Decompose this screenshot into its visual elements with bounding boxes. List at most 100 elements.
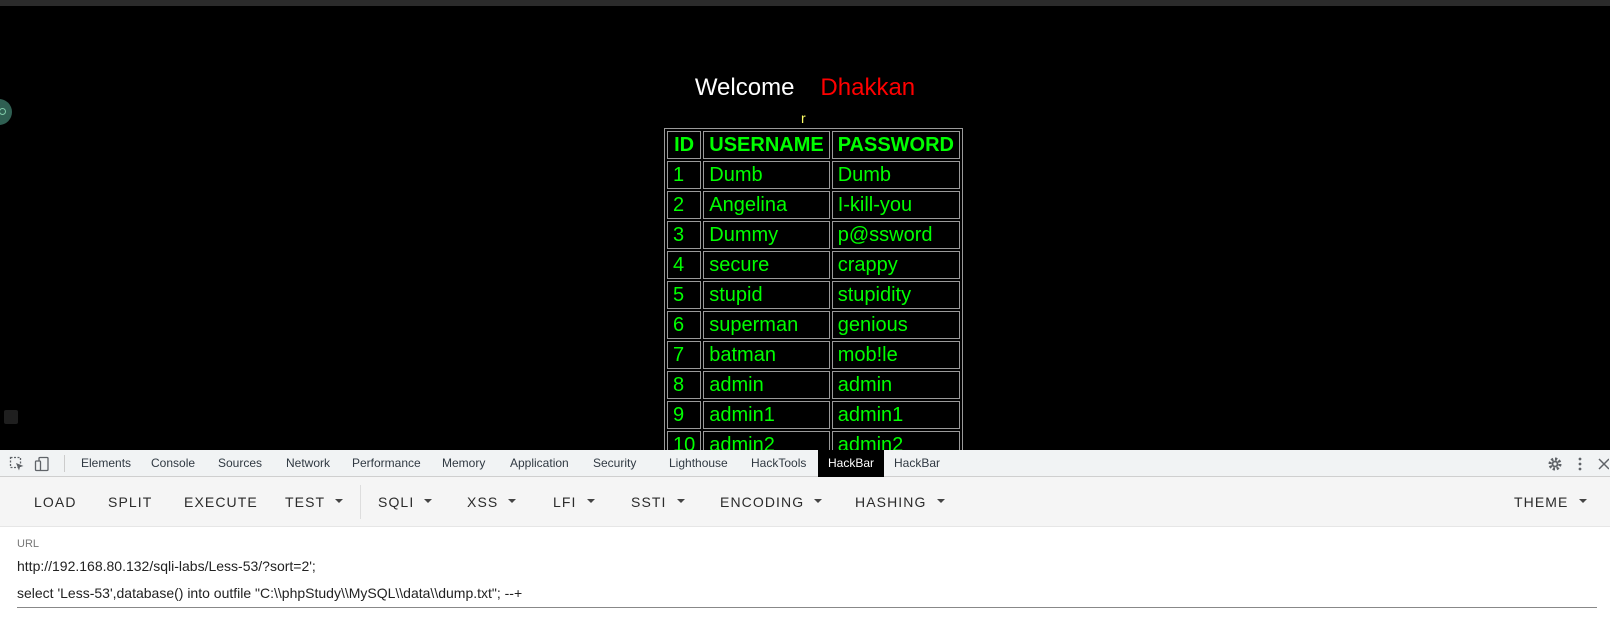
- lfi-dropdown[interactable]: LFI: [553, 477, 595, 527]
- execute-button[interactable]: EXECUTE: [184, 477, 258, 527]
- cell-password: genious: [831, 311, 961, 339]
- caret-down-icon: [508, 499, 517, 504]
- caret-down-icon: [676, 499, 685, 504]
- cell-id: 10: [667, 431, 702, 450]
- cell-id: 6: [667, 311, 702, 339]
- devtools-panel: Elements Console Sources Network Perform…: [0, 450, 1610, 623]
- caret-down-icon: [936, 499, 945, 504]
- tab-hackbar-active[interactable]: HackBar: [818, 450, 885, 477]
- cell-username: secure: [703, 251, 830, 279]
- load-button[interactable]: LOAD: [34, 477, 77, 527]
- cell-id: 4: [667, 251, 702, 279]
- xss-dropdown[interactable]: XSS: [467, 477, 517, 527]
- table-row: 2 Angelina I-kill-you: [667, 191, 961, 219]
- close-devtools-icon[interactable]: [1597, 456, 1609, 472]
- tab-application[interactable]: Application: [500, 450, 579, 477]
- table-row: 5 stupid stupidity: [667, 281, 961, 309]
- cell-password: p@ssword: [831, 221, 961, 249]
- execute-button-label: EXECUTE: [184, 494, 258, 510]
- user-name: Dhakkan: [820, 74, 916, 101]
- tab-memory[interactable]: Memory: [432, 450, 495, 477]
- tab-hackbar[interactable]: HackBar: [884, 450, 950, 477]
- tab-performance[interactable]: Performance: [342, 450, 431, 477]
- kebab-menu-icon[interactable]: [1576, 456, 1584, 472]
- caret-down-icon: [814, 499, 823, 504]
- url-label: URL: [17, 538, 40, 550]
- col-header-username: USERNAME: [703, 131, 830, 159]
- test-dropdown-label: TEST: [285, 494, 326, 510]
- welcome-heading: Welcome Dhakkan: [0, 74, 1610, 102]
- table-row: 10 admin2 admin2: [667, 431, 961, 450]
- tab-security[interactable]: Security: [583, 450, 646, 477]
- lfi-dropdown-label: LFI: [553, 494, 577, 510]
- cell-username: stupid: [703, 281, 830, 309]
- load-button-label: LOAD: [34, 494, 77, 510]
- cell-username: admin: [703, 371, 830, 399]
- test-dropdown[interactable]: TEST: [285, 477, 344, 527]
- table-row: 4 secure crappy: [667, 251, 961, 279]
- caret-down-icon: [1578, 499, 1587, 504]
- caret-down-icon: [586, 499, 595, 504]
- cell-password: crappy: [831, 251, 961, 279]
- url-field-underline: [17, 607, 1597, 608]
- cell-username: admin2: [703, 431, 830, 450]
- gear-icon[interactable]: [1547, 456, 1563, 472]
- col-header-id: ID: [667, 131, 702, 159]
- hashing-dropdown-label: HASHING: [855, 494, 927, 510]
- cell-password: mob!le: [831, 341, 961, 369]
- tab-bar-divider: [64, 455, 65, 472]
- split-button[interactable]: SPLIT: [108, 477, 152, 527]
- theme-dropdown[interactable]: THEME: [1514, 477, 1587, 527]
- cell-username: superman: [703, 311, 830, 339]
- tab-hacktools[interactable]: HackTools: [741, 450, 816, 477]
- cell-username: admin1: [703, 401, 830, 429]
- table-row: 3 Dummy p@ssword: [667, 221, 961, 249]
- tab-sources[interactable]: Sources: [208, 450, 272, 477]
- cell-password: Dumb: [831, 161, 961, 189]
- ssti-dropdown[interactable]: SSTI: [631, 477, 685, 527]
- cell-password: admin: [831, 371, 961, 399]
- table-row: 9 admin1 admin1: [667, 401, 961, 429]
- tab-lighthouse[interactable]: Lighthouse: [659, 450, 738, 477]
- table-header-row: ID USERNAME PASSWORD: [667, 131, 961, 159]
- cell-id: 8: [667, 371, 702, 399]
- xss-dropdown-label: XSS: [467, 494, 499, 510]
- table-row: 8 admin admin: [667, 371, 961, 399]
- sqli-dropdown-label: SQLI: [378, 494, 415, 510]
- users-table: ID USERNAME PASSWORD 1 Dumb Dumb 2 Angelina…: [664, 128, 964, 450]
- theme-dropdown-label: THEME: [1514, 494, 1569, 510]
- caret-down-icon: [335, 499, 344, 504]
- cell-id: 5: [667, 281, 702, 309]
- hackbar-toolbar: LOAD SPLIT EXECUTE TEST SQLI XSS LFI SST…: [0, 477, 1610, 527]
- toolbar-divider: [360, 485, 361, 519]
- tab-console[interactable]: Console: [141, 450, 205, 477]
- inspect-icon[interactable]: [9, 456, 25, 472]
- tab-elements[interactable]: Elements: [71, 450, 141, 477]
- text-cursor-mark: r: [801, 110, 806, 126]
- cell-username: Dummy: [703, 221, 830, 249]
- split-button-label: SPLIT: [108, 494, 153, 510]
- url-field[interactable]: URL http://192.168.80.132/sqli-labs/Less…: [0, 528, 1610, 623]
- welcome-label: Welcome: [694, 74, 795, 101]
- cell-username: Dumb: [703, 161, 830, 189]
- table-row: 7 batman mob!le: [667, 341, 961, 369]
- hashing-dropdown[interactable]: HASHING: [855, 477, 945, 527]
- ssti-dropdown-label: SSTI: [631, 494, 667, 510]
- cell-password: admin2: [831, 431, 961, 450]
- cell-id: 7: [667, 341, 702, 369]
- device-toggle-icon[interactable]: [34, 456, 50, 472]
- cell-id: 9: [667, 401, 702, 429]
- url-line-2[interactable]: select 'Less-53',database() into outfile…: [17, 585, 1597, 601]
- side-widget-icon[interactable]: [0, 99, 12, 125]
- cell-username: batman: [703, 341, 830, 369]
- web-page: Welcome Dhakkan r ID USERNAME PASSWORD 1D…: [0, 6, 1610, 450]
- side-square-icon[interactable]: [4, 410, 18, 424]
- encoding-dropdown[interactable]: ENCODING: [720, 477, 823, 527]
- tab-network[interactable]: Network: [276, 450, 340, 477]
- sqli-dropdown[interactable]: SQLI: [378, 477, 433, 527]
- encoding-dropdown-label: ENCODING: [720, 494, 805, 510]
- devtools-tab-bar: Elements Console Sources Network Perform…: [0, 450, 1610, 477]
- col-header-password: PASSWORD: [831, 131, 961, 159]
- cell-username: Angelina: [703, 191, 830, 219]
- url-line-1[interactable]: http://192.168.80.132/sqli-labs/Less-53/…: [17, 558, 1597, 574]
